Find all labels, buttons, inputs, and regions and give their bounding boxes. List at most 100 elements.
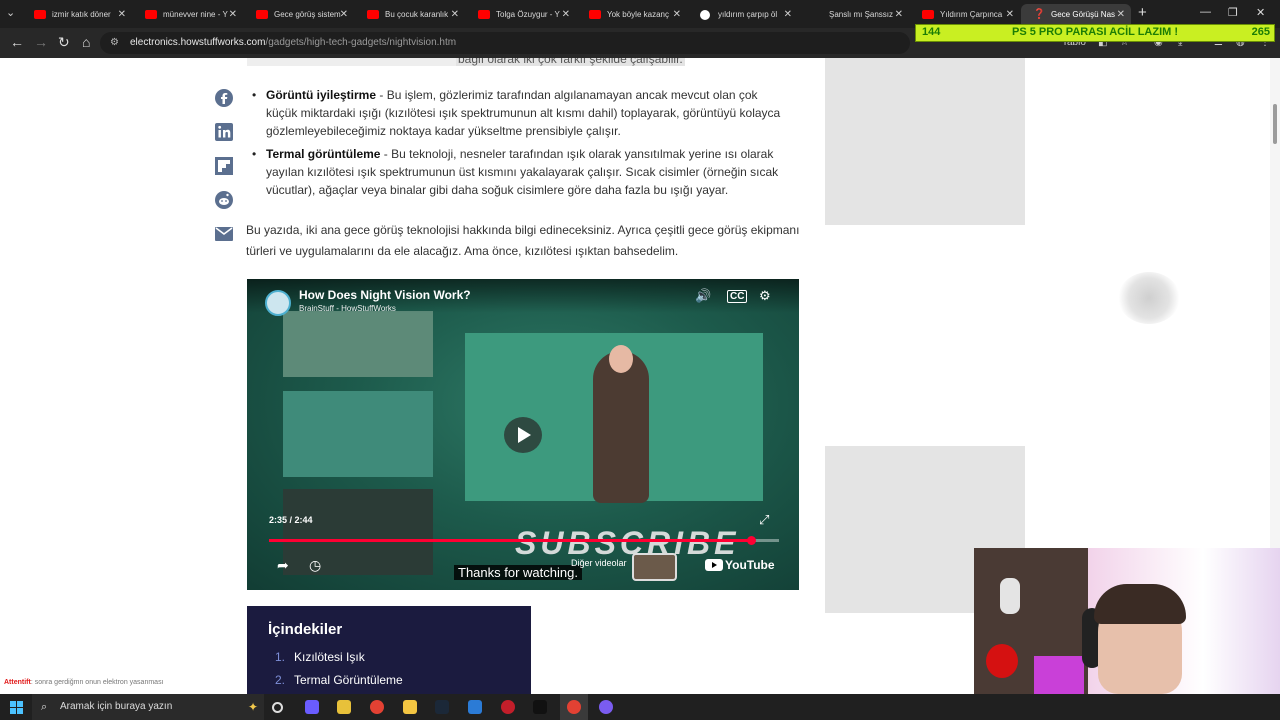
stream-goal-overlay: 144 PS 5 PRO PARASI ACİL LAZIM ! 265: [915, 24, 1275, 42]
toc-item[interactable]: 2. Termal Görüntüleme: [275, 669, 403, 692]
close-icon[interactable]: ✕: [562, 4, 570, 26]
captions-icon[interactable]: CC: [727, 290, 748, 303]
close-icon[interactable]: ✕: [895, 4, 903, 26]
back-icon[interactable]: ←: [10, 34, 24, 50]
search-icon: ⌕: [41, 701, 48, 713]
youtube-icon: [145, 10, 157, 19]
app-icon[interactable]: [533, 700, 547, 714]
settings-gear-icon[interactable]: ⚙: [759, 288, 771, 304]
youtube-icon: [922, 10, 934, 19]
video-caption: Thanks for watching.: [454, 565, 582, 580]
windows-start-icon[interactable]: [10, 701, 23, 714]
technology-list: Görüntü iyileştirme - Bu işlem, gözlerim…: [252, 86, 786, 204]
forward-icon[interactable]: →: [34, 34, 48, 50]
table-of-contents: İçindekiler 1. Kızılötesi Işık 2. Termal G…: [247, 606, 531, 694]
watch-later-icon[interactable]: ◷: [309, 557, 321, 574]
window-close-icon[interactable]: ✕: [1256, 6, 1265, 19]
video-frame-thumb: [283, 311, 433, 377]
app-icon[interactable]: [468, 700, 482, 714]
tab-2[interactable]: münevver nine - Y ✕: [133, 4, 243, 26]
facebook-icon[interactable]: [214, 88, 234, 108]
play-button[interactable]: [504, 417, 542, 453]
bullet-term: Termal görüntüleme: [266, 147, 381, 161]
close-icon[interactable]: ✕: [340, 4, 348, 26]
channel-avatar[interactable]: [265, 290, 291, 316]
app-icon[interactable]: [305, 700, 319, 714]
overlay-right-count: 265: [1251, 26, 1270, 38]
reddit-icon[interactable]: [214, 190, 234, 210]
tab-7[interactable]: yıldırım çarpıp öl ✕: [688, 4, 798, 26]
youtube-icon: [367, 10, 379, 19]
progress-scrubber[interactable]: [746, 536, 756, 545]
taskbar-search[interactable]: ⌕ Aramak için buraya yazın ✦: [32, 694, 264, 720]
close-icon[interactable]: ✕: [784, 4, 792, 26]
flipboard-icon[interactable]: [214, 156, 234, 176]
video-title[interactable]: How Does Night Vision Work?: [299, 288, 471, 302]
tab-9[interactable]: Yıldırım Çarpınca ✕: [910, 4, 1020, 26]
youtube-icon: [705, 559, 723, 571]
windows-taskbar: ⌕ Aramak için buraya yazın ✦: [0, 694, 1280, 720]
youtube-logo[interactable]: YouTube: [705, 558, 775, 572]
video-channel[interactable]: BrainStuff - HowStuffWorks: [299, 304, 396, 313]
minimize-icon[interactable]: —: [1200, 6, 1211, 18]
steam-icon[interactable]: [435, 700, 449, 714]
blurred-badge: [1118, 272, 1180, 324]
close-icon[interactable]: ✕: [1117, 4, 1125, 26]
close-icon[interactable]: ✕: [1006, 4, 1014, 26]
tab-10-active[interactable]: ❓ Gece Görüşü Nas ✕: [1021, 4, 1131, 26]
webcam-overlay: [974, 548, 1280, 694]
new-tab-button[interactable]: +: [1138, 4, 1147, 21]
tab-4[interactable]: Bu çocuk karanlık ✕: [355, 4, 465, 26]
close-icon[interactable]: ✕: [451, 4, 459, 26]
site-info-icon[interactable]: ⚙: [110, 32, 119, 54]
fullscreen-icon[interactable]: ⤢: [759, 512, 769, 528]
bullet-term: Görüntü iyileştirme: [266, 88, 377, 102]
list-item: Termal görüntüleme - Bu teknoloji, nesne…: [252, 145, 786, 199]
file-explorer-icon[interactable]: [403, 700, 417, 714]
tab-5[interactable]: Tolga Özuygur - Y ✕: [466, 4, 576, 26]
reload-icon[interactable]: ↻: [58, 34, 70, 51]
obs-icon[interactable]: [501, 700, 515, 714]
intro-paragraph: Bu yazıda, iki ana gece görüş teknolojis…: [246, 223, 800, 258]
close-icon[interactable]: ✕: [673, 4, 681, 26]
subscribe-overlay: SUBSCRIBE: [515, 525, 740, 561]
youtube-icon: [256, 10, 268, 19]
video-progress-bar[interactable]: [269, 536, 779, 545]
tab-6[interactable]: Yok böyle kazanç ✕: [577, 4, 687, 26]
progress-fill: [269, 539, 751, 542]
tab-search-icon[interactable]: ⌄: [6, 6, 15, 19]
youtube-embed[interactable]: How Does Night Vision Work? BrainStuff -…: [247, 279, 799, 590]
video-time: 2:35 / 2:44: [269, 515, 313, 525]
more-videos-label[interactable]: Diğer videolar: [571, 558, 627, 568]
google-icon: [700, 10, 710, 20]
presenter: [593, 345, 649, 503]
volume-icon[interactable]: 🔊: [695, 288, 711, 304]
toc-item[interactable]: 1. Kızılötesi Işık: [275, 646, 403, 669]
close-icon[interactable]: ✕: [229, 4, 237, 26]
scrollbar-thumb[interactable]: [1273, 104, 1277, 144]
more-videos-thumbnail[interactable]: [632, 553, 677, 581]
search-highlight-icon: ✦: [247, 700, 258, 714]
home-icon[interactable]: ⌂: [82, 34, 90, 50]
video-frame-thumb: [283, 489, 433, 575]
address-bar[interactable]: ⚙ electronics.howstuffworks.com/gadgets/…: [100, 32, 910, 54]
calendar-app-icon[interactable]: [337, 700, 351, 714]
overlay-left-count: 144: [922, 26, 941, 38]
task-view-icon[interactable]: [272, 702, 283, 713]
tab-3[interactable]: Gece görüş sistem ✕: [244, 4, 354, 26]
chrome-icon[interactable]: [567, 700, 581, 714]
youtube-icon: [589, 10, 601, 19]
chrome-icon[interactable]: [370, 700, 384, 714]
youtube-icon: [34, 10, 46, 19]
restore-icon[interactable]: ❐: [1228, 6, 1238, 19]
list-item: Görüntü iyileştirme - Bu işlem, gözlerim…: [252, 86, 786, 140]
share-icon[interactable]: ➦: [277, 557, 289, 574]
close-icon[interactable]: ✕: [118, 4, 126, 26]
overlay-message: PS 5 PRO PARASI ACİL LAZIM !: [1012, 26, 1179, 38]
toc-title: İçindekiler: [268, 621, 343, 638]
discord-icon[interactable]: [599, 700, 613, 714]
linkedin-icon[interactable]: [214, 122, 234, 142]
tab-1[interactable]: izmir katık döner ✕: [22, 4, 132, 26]
tab-8[interactable]: Şanslı mı Şanssız ✕: [799, 4, 909, 26]
email-icon[interactable]: [214, 224, 234, 244]
